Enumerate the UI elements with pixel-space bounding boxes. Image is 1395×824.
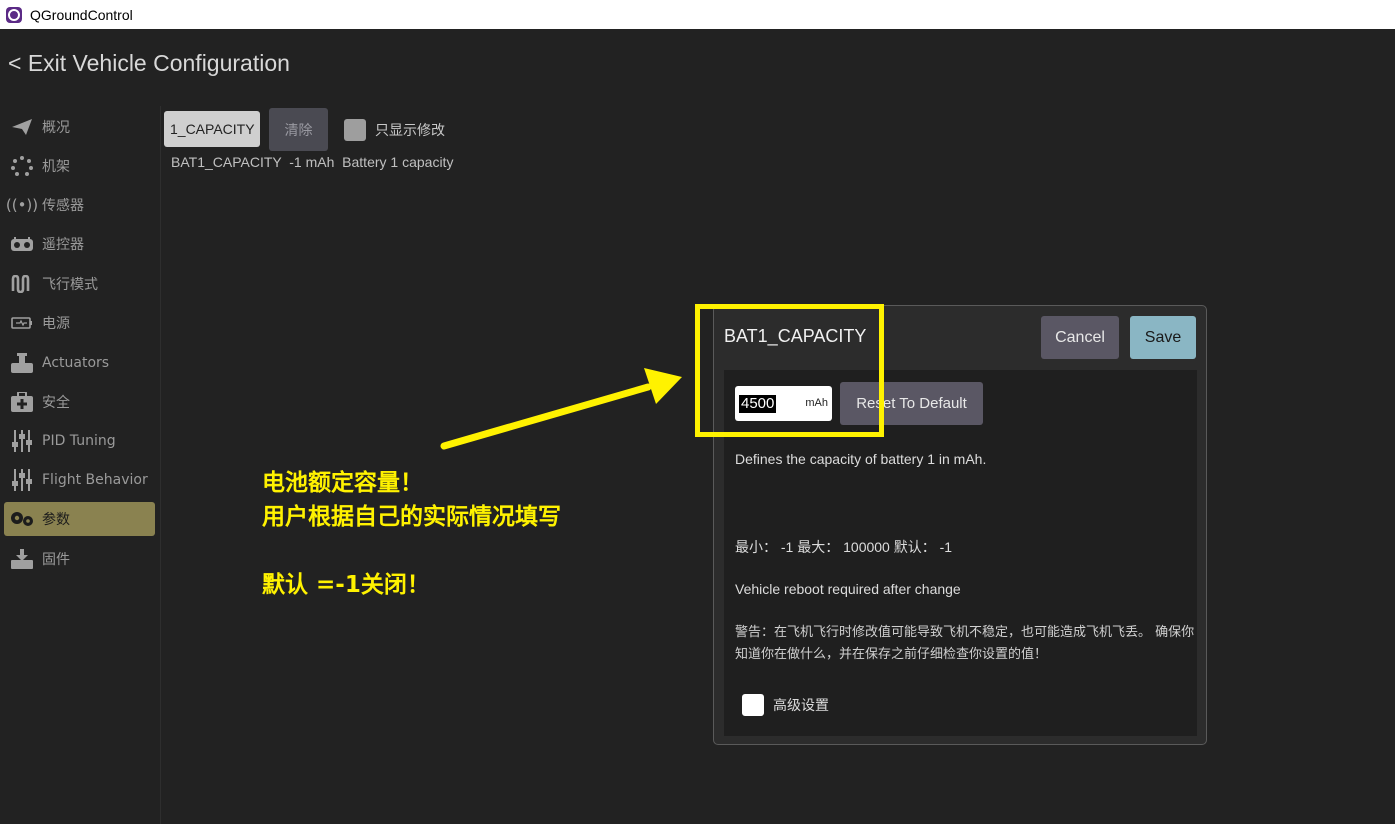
only-modified-checkbox[interactable]	[344, 119, 366, 141]
sidebar-item-radio[interactable]: 遥控器	[4, 227, 155, 261]
advanced-settings-toggle[interactable]: 高级设置	[742, 694, 829, 716]
cancel-button[interactable]: Cancel	[1041, 316, 1119, 359]
sidebar-item-actuators[interactable]: Actuators	[4, 346, 155, 380]
firmware-download-icon	[10, 548, 34, 570]
sidebar-item-pid-tuning[interactable]: PID Tuning	[4, 424, 155, 458]
param-search-value: 1_CAPACITY	[170, 121, 255, 137]
advanced-settings-checkbox[interactable]	[742, 694, 764, 716]
save-button[interactable]: Save	[1130, 316, 1196, 359]
reboot-required-text: Vehicle reboot required after change	[735, 581, 961, 597]
sidebar-item-airframe[interactable]: 机架	[4, 149, 155, 183]
only-modified-toggle[interactable]: 只显示修改	[344, 119, 445, 141]
only-modified-label: 只显示修改	[375, 123, 445, 139]
window-title-bar: QGroundControl	[0, 0, 1395, 29]
annotation-line-2: 用户根据自己的实际情况填写	[262, 504, 561, 530]
paper-plane-icon	[10, 116, 34, 138]
annotation-line-1: 电池额定容量！	[262, 470, 423, 496]
clear-button[interactable]: 清除	[269, 108, 328, 151]
warning-text: 警告：在飞机飞行时修改值可能导致飞机不稳定，也可能造成飞机飞丢。 确保你知道你在…	[735, 625, 1195, 662]
param-search-input[interactable]: 1_CAPACITY	[164, 111, 260, 147]
annotation-line-3: 默认 =-1关闭！	[262, 572, 430, 598]
exit-vehicle-config-link[interactable]: < Exit Vehicle Configuration	[8, 50, 290, 77]
sidebar-item-safety[interactable]: 安全	[4, 385, 155, 419]
sensor-wave-icon: ((•))	[5, 196, 39, 214]
sidebar-item-sensors[interactable]: ((•)) 传感器	[4, 188, 155, 222]
window-title: QGroundControl	[30, 6, 133, 23]
sidebar-item-flight-modes[interactable]: 飞行模式	[4, 267, 155, 301]
sidebar-item-flight-behavior[interactable]: Flight Behavior	[4, 463, 155, 497]
sidebar-item-power[interactable]: 电源	[4, 306, 155, 340]
flight-mode-wave-icon	[10, 273, 34, 295]
param-row-value: -1 mAh	[289, 154, 335, 170]
sidebar-item-parameters[interactable]: 参数	[4, 502, 155, 536]
advanced-settings-label: 高级设置	[773, 698, 829, 714]
sliders-icon	[10, 430, 34, 452]
actuator-icon	[10, 352, 34, 374]
param-description: Defines the capacity of battery 1 in mAh…	[735, 451, 987, 467]
battery-icon	[10, 312, 34, 334]
param-row[interactable]: BAT1_CAPACITY -1 mAh Battery 1 capacity	[171, 154, 453, 170]
sliders-icon	[10, 469, 34, 491]
sidebar: 概况 机架 ((•)) 传感器 遥控器 飞行模式 电源 Actuators 安全…	[0, 106, 161, 824]
sidebar-item-firmware[interactable]: 固件	[4, 542, 155, 576]
param-range: 最小： -1 最大： 100000 默认： -1	[735, 539, 953, 555]
qgc-app-icon	[6, 6, 22, 23]
sidebar-item-summary[interactable]: 概况	[4, 110, 155, 144]
param-row-description: Battery 1 capacity	[342, 154, 454, 170]
airframe-dots-icon	[10, 155, 34, 177]
first-aid-icon	[10, 391, 34, 413]
param-row-name: BAT1_CAPACITY	[171, 154, 282, 170]
annotation-highlight-box	[695, 304, 884, 437]
radio-controller-icon	[10, 233, 34, 255]
gears-icon	[10, 508, 34, 530]
annotation-arrow-icon	[440, 368, 682, 450]
